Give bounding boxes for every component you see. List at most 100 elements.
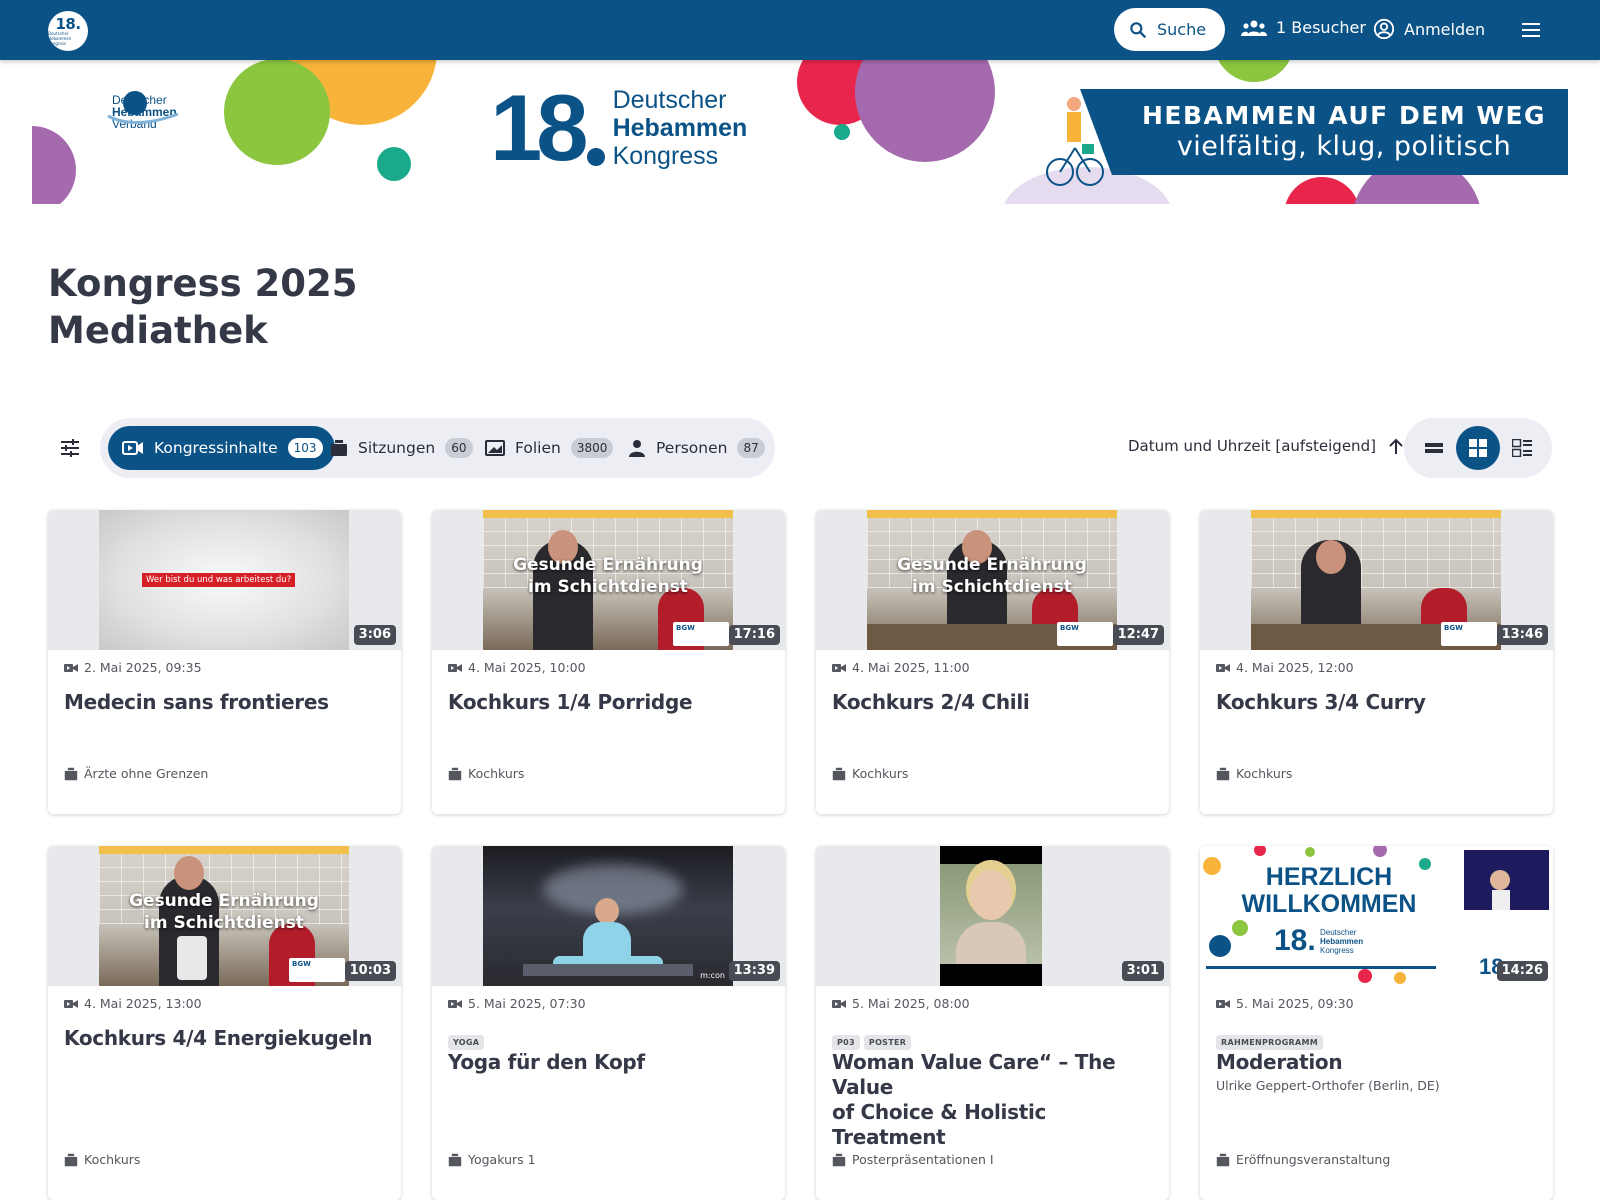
media-card[interactable]: BGW 13:46 4. Mai 2025, 12:00 Kochkurs 3/…	[1200, 510, 1553, 814]
content-type-tabs: Kongressinhalte 103 Sitzungen 60 Folien …	[100, 418, 775, 478]
date-text: 5. Mai 2025, 08:00	[852, 996, 970, 1011]
thumbnail-chef-head	[174, 856, 204, 890]
media-card[interactable]: 3:01 5. Mai 2025, 08:00 P03 POSTER Woman …	[816, 846, 1169, 1200]
media-card[interactable]: Gesunde Ernährung im Schichtdienst BGW 12…	[816, 510, 1169, 814]
session-text: Kochkurs	[468, 766, 525, 781]
slides-icon	[485, 440, 505, 456]
sort-control[interactable]: Datum und Uhrzeit [aufsteigend]	[1128, 437, 1404, 455]
card-title[interactable]: Kochkurs 1/4 Porridge	[448, 690, 769, 715]
video-thumbnail[interactable]: Gesunde Ernährung im Schichtdienst BGW 12…	[816, 510, 1169, 650]
video-duration: 14:26	[1496, 961, 1548, 981]
card-date: 4. Mai 2025, 13:00	[64, 996, 202, 1011]
card-title[interactable]: Kochkurs 4/4 Energiekugeln	[64, 1026, 385, 1051]
thumbnail-caption: Gesunde Ernährung im Schichtdienst	[867, 554, 1117, 598]
thumbnail-strip	[99, 846, 349, 854]
welcome-number: 18.	[1274, 924, 1316, 957]
welcome-text: HERZLICH WILLKOMMEN	[1224, 864, 1434, 918]
media-card[interactable]: Gesunde Ernährung im Schichtdienst BGW 17…	[432, 510, 785, 814]
tag-yoga: YOGA	[448, 1035, 485, 1050]
tab-sitzungen[interactable]: Sitzungen 60	[330, 426, 473, 470]
video-duration: 3:06	[353, 625, 396, 645]
congress-logo[interactable]: 18. Deutscher Hebammen Kongress	[48, 11, 88, 51]
card-speaker[interactable]: Ulrike Geppert-Orthofer (Berlin, DE)	[1216, 1078, 1440, 1093]
people-icon	[1241, 20, 1267, 36]
compact-view-icon	[1512, 439, 1532, 457]
thumbnail-yogi-head	[595, 898, 619, 924]
video-thumbnail[interactable]: BGW 13:46	[1200, 510, 1553, 650]
kongress-dot	[586, 148, 605, 166]
kongress-number: 18	[490, 75, 589, 180]
kongress-line1: Deutscher	[612, 86, 727, 114]
tab-label: Sitzungen	[358, 439, 436, 457]
thumbnail-image: Wer bist du und was arbeitest du?	[99, 510, 349, 650]
tab-count: 103	[287, 438, 323, 458]
tag-rahmenprogramm: RAHMENPROGRAMM	[1216, 1035, 1324, 1050]
card-title-line1: Woman Value Care“ – The Value	[832, 1050, 1116, 1099]
view-mode-toggle	[1404, 418, 1552, 478]
thumbnail-caption: Wer bist du und was arbeitest du?	[142, 573, 296, 587]
video-thumbnail[interactable]: m:con 13:39	[432, 846, 785, 986]
card-title[interactable]: Kochkurs 2/4 Chili	[832, 690, 1153, 715]
card-title[interactable]: Moderation	[1216, 1050, 1537, 1075]
bgw-logo: BGW	[1441, 622, 1497, 646]
video-icon	[64, 663, 78, 672]
filter-settings-icon[interactable]	[58, 436, 82, 460]
compact-view-button[interactable]	[1500, 426, 1544, 470]
motto-line1: HEBAMMEN AUF DEM WEG	[1141, 101, 1547, 130]
card-session: Eröffnungsveranstaltung	[1216, 1152, 1390, 1167]
motto-line2: vielfältig, klug, politisch	[1176, 131, 1512, 162]
date-text: 4. Mai 2025, 13:00	[84, 996, 202, 1011]
card-title[interactable]: Woman Value Care“ – The Value of Choice …	[832, 1050, 1153, 1150]
session-text: Ärzte ohne Grenzen	[84, 766, 209, 781]
grid-view-button[interactable]	[1456, 426, 1500, 470]
card-date: 4. Mai 2025, 10:00	[448, 660, 586, 675]
session-text: Eröffnungsveranstaltung	[1236, 1152, 1391, 1167]
welcome-small-line2: Hebammen	[1320, 937, 1364, 946]
thumbnail-image	[940, 846, 1042, 986]
thumbnail-mat	[523, 964, 693, 976]
video-thumbnail[interactable]: Gesunde Ernährung im Schichtdienst BGW 10…	[48, 846, 401, 986]
card-session: Yogakurs 1	[448, 1152, 536, 1167]
list-view-button[interactable]	[1412, 426, 1456, 470]
sort-label: Datum und Uhrzeit [aufsteigend]	[1128, 437, 1376, 455]
thumbnail-portrait-face	[970, 870, 1012, 920]
media-card[interactable]: HERZLICH WILLKOMMEN 18. Deutscher Hebamm…	[1200, 846, 1553, 1200]
tab-folien[interactable]: Folien 3800	[485, 426, 614, 470]
briefcase-icon	[832, 1153, 846, 1166]
briefcase-icon	[64, 1153, 78, 1166]
hamburger-menu-icon[interactable]	[1520, 20, 1542, 40]
visitors-button[interactable]: 1 Besucher	[1241, 18, 1366, 37]
media-card[interactable]: Wer bist du und was arbeitest du? 3:06 2…	[48, 510, 401, 814]
briefcase-icon	[448, 767, 462, 780]
tab-label: Folien	[515, 439, 561, 457]
briefcase-icon	[64, 767, 78, 780]
welcome-line2: WILLKOMMEN	[1241, 890, 1417, 918]
welcome-small-text: Deutscher Hebammen Kongress	[1320, 928, 1363, 955]
tab-label: Kongressinhalte	[154, 439, 278, 457]
login-button[interactable]: Anmelden	[1373, 18, 1485, 40]
search-button[interactable]: Suche	[1114, 8, 1225, 51]
date-text: 4. Mai 2025, 12:00	[1236, 660, 1354, 675]
card-date: 4. Mai 2025, 11:00	[832, 660, 970, 675]
tab-kongressinhalte[interactable]: Kongressinhalte 103	[108, 426, 335, 470]
card-title[interactable]: Kochkurs 3/4 Curry	[1216, 690, 1537, 715]
video-thumbnail[interactable]: Wer bist du und was arbeitest du? 3:06	[48, 510, 401, 650]
card-tags: P03 POSTER	[832, 1030, 915, 1050]
video-thumbnail[interactable]: 3:01	[816, 846, 1169, 986]
tab-personen[interactable]: Personen 87	[628, 426, 765, 470]
card-title[interactable]: Medecin sans frontieres	[64, 690, 385, 715]
search-icon	[1130, 21, 1146, 38]
date-text: 5. Mai 2025, 09:30	[1236, 996, 1354, 1011]
card-title-line2: of Choice & Holistic Treatment	[832, 1100, 1047, 1149]
caption-line1: Gesunde Ernährung	[129, 891, 319, 911]
card-date: 2. Mai 2025, 09:35	[64, 660, 202, 675]
media-card[interactable]: Gesunde Ernährung im Schichtdienst BGW 10…	[48, 846, 401, 1200]
video-thumbnail[interactable]: HERZLICH WILLKOMMEN 18. Deutscher Hebamm…	[1200, 846, 1553, 986]
media-card[interactable]: m:con 13:39 5. Mai 2025, 07:30 YOGA Yoga…	[432, 846, 785, 1200]
card-title[interactable]: Yoga für den Kopf	[448, 1050, 769, 1075]
briefcase-icon	[331, 440, 347, 456]
video-icon	[64, 999, 78, 1008]
welcome-small-line3: Kongress	[1320, 946, 1354, 955]
card-tags: YOGA	[448, 1030, 488, 1050]
video-thumbnail[interactable]: Gesunde Ernährung im Schichtdienst BGW 17…	[432, 510, 785, 650]
